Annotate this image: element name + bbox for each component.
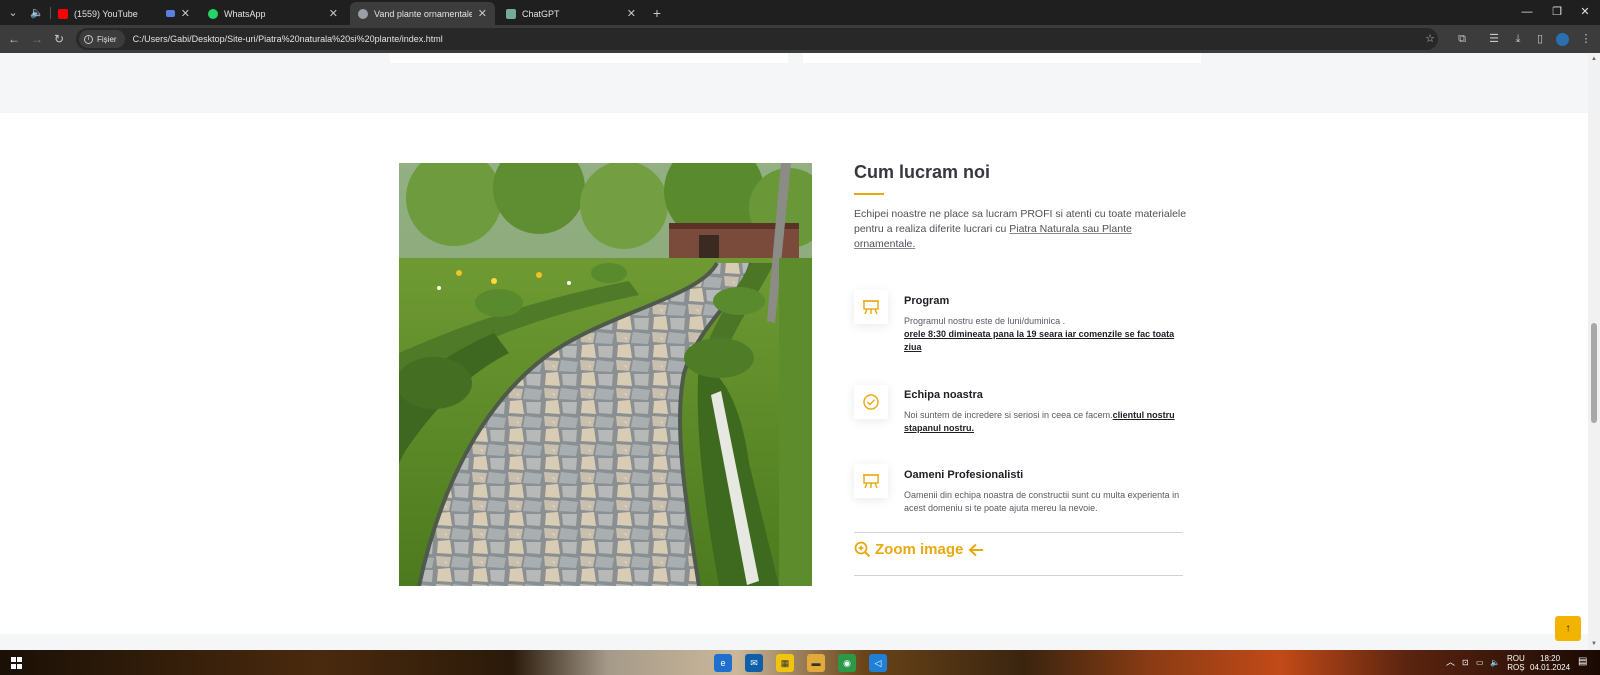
feature-text-program: Programul nostru este de luni/duminica .…	[904, 316, 1175, 352]
tab-title: WhatsApp	[224, 8, 266, 19]
globe-icon	[358, 8, 368, 19]
profile-avatar-icon[interactable]	[1552, 29, 1572, 49]
tab-chatgpt[interactable]: ChatGPT ✕	[498, 2, 644, 25]
zoom-image-button[interactable]: Zoom image	[854, 541, 984, 558]
bookmark-star-icon[interactable]: ☆	[1420, 29, 1440, 49]
language-code: ROU	[1507, 654, 1525, 663]
back-arrow-icon[interactable]: ←	[4, 29, 24, 49]
previous-section-background	[0, 53, 1588, 113]
forward-arrow-icon[interactable]: →	[27, 29, 47, 49]
reading-list-icon[interactable]: ☰	[1484, 29, 1504, 49]
feature-title-program: Program	[904, 295, 950, 307]
restore-icon[interactable]: ❐	[1542, 2, 1572, 22]
previous-card-left	[390, 53, 788, 63]
info-icon: i	[84, 34, 93, 44]
file-explorer-icon[interactable]: ▬	[807, 654, 825, 672]
feature-title-echipa: Echipa noastra	[904, 389, 983, 401]
divider-bottom	[854, 575, 1183, 576]
reload-icon[interactable]: ↻	[49, 29, 69, 49]
keyboard-layout: ROȘ	[1507, 663, 1525, 672]
divider-top	[854, 532, 1183, 533]
clock-date: 04.01.2024	[1530, 663, 1571, 672]
close-icon[interactable]: ✕	[627, 7, 636, 20]
chatgpt-icon	[506, 8, 516, 19]
arrow-up-icon: ↑	[1565, 623, 1571, 634]
whatsapp-icon	[208, 8, 218, 19]
monitor-icon[interactable]: ▭	[1476, 658, 1484, 667]
close-icon[interactable]: ✕	[329, 7, 338, 20]
new-tab-plus-icon[interactable]: +	[647, 3, 667, 23]
scroll-up-arrow-icon[interactable]: ▲	[1588, 53, 1600, 65]
feature-highlight: orele 8:30 dimineata pana la 19 seara ia…	[904, 329, 1175, 352]
side-panel-icon[interactable]: ▯	[1530, 29, 1550, 49]
check-circle-icon	[863, 394, 879, 410]
input-language-indicator[interactable]: ROU ROȘ	[1507, 654, 1525, 672]
feature-text-echipa: Noi suntem de incredere si seriosi in ce…	[904, 410, 1175, 433]
feature-title-oameni: Oameni Profesionalisti	[904, 469, 1024, 481]
youtube-icon	[58, 8, 68, 19]
arrow-left-icon	[968, 543, 984, 556]
tab-search-chevron-icon[interactable]: ⌄	[3, 3, 23, 23]
tab-title: (1559) YouTube	[74, 8, 138, 19]
network-icon[interactable]: ⊡	[1462, 658, 1469, 667]
clock[interactable]: 18:20 04.01.2024	[1530, 654, 1570, 672]
store-icon[interactable]: ▦	[776, 654, 794, 672]
tray-chevron-icon[interactable]: ︿	[1446, 658, 1455, 667]
site-chip-label: Fișier	[97, 34, 117, 44]
tab-bar: ⌄ 🔈 (1559) YouTube ✕ WhatsApp ✕ Vand pla…	[0, 0, 1600, 25]
tab-media-icon	[165, 10, 175, 17]
zoom-image-label: Zoom image	[875, 541, 964, 558]
window-close-icon[interactable]: ✕	[1570, 2, 1600, 22]
title-underline	[854, 193, 884, 195]
easel-icon	[863, 474, 879, 489]
windows-taskbar	[0, 650, 1600, 675]
tab-youtube[interactable]: (1559) YouTube ✕	[50, 2, 198, 25]
easel-icon	[863, 300, 879, 315]
notifications-icon[interactable]: ▤	[1578, 657, 1587, 667]
back-to-top-button[interactable]: ↑	[1555, 616, 1581, 641]
tab-whatsapp[interactable]: WhatsApp ✕	[200, 2, 346, 25]
tab-title: ChatGPT	[522, 8, 560, 19]
tab-title: Vand plante ornamentale de to	[374, 8, 472, 19]
edge-icon[interactable]: e	[714, 654, 732, 672]
zoom-in-icon	[854, 541, 871, 558]
chrome-icon[interactable]: ◉	[838, 654, 856, 672]
close-icon[interactable]: ✕	[181, 7, 190, 20]
scrollbar-thumb[interactable]	[1591, 323, 1597, 423]
intro-paragraph: Echipei noastre ne place sa lucram PROFI…	[854, 208, 1187, 250]
feature-icon-box	[854, 290, 888, 324]
page-viewport: Cum lucram noi Echipei noastre ne place …	[0, 53, 1600, 650]
tab-active-site[interactable]: Vand plante ornamentale de to ✕	[350, 2, 495, 25]
download-icon[interactable]: ⤓	[1508, 29, 1528, 49]
feature-text-oameni: Oamenii din echipa noastra de constructi…	[904, 490, 1180, 513]
windows-start-icon[interactable]	[11, 657, 23, 669]
previous-card-right	[803, 53, 1201, 63]
scroll-down-arrow-icon[interactable]: ▼	[1588, 638, 1600, 650]
close-icon[interactable]: ✕	[478, 7, 487, 20]
site-info-chip[interactable]: i Fișier	[79, 30, 125, 48]
vscode-icon[interactable]: ◁	[869, 654, 887, 672]
volume-icon[interactable]: 🔈	[1490, 658, 1500, 667]
minimize-icon[interactable]: —	[1512, 2, 1542, 22]
speaker-icon[interactable]: 🔈	[27, 3, 47, 23]
section-title: Cum lucram noi	[854, 162, 991, 182]
garden-path-image[interactable]	[399, 163, 812, 586]
mail-icon[interactable]: ✉	[745, 654, 763, 672]
feature-icon-box	[854, 464, 888, 498]
menu-kebab-icon[interactable]: ⋮	[1576, 29, 1596, 49]
url-text[interactable]: C:/Users/Gabi/Desktop/Site-uri/Piatra%20…	[133, 34, 443, 44]
address-bar[interactable]: i Fișier C:/Users/Gabi/Desktop/Site-uri/…	[76, 28, 1438, 50]
feature-icon-box	[854, 385, 888, 419]
clock-time: 18:20	[1540, 654, 1561, 663]
next-section-background	[0, 634, 1588, 650]
browser-toolbar: ← → ↻ i Fișier C:/Users/Gabi/Desktop/Sit…	[0, 25, 1600, 53]
extensions-icon[interactable]: ⧉	[1452, 29, 1472, 49]
